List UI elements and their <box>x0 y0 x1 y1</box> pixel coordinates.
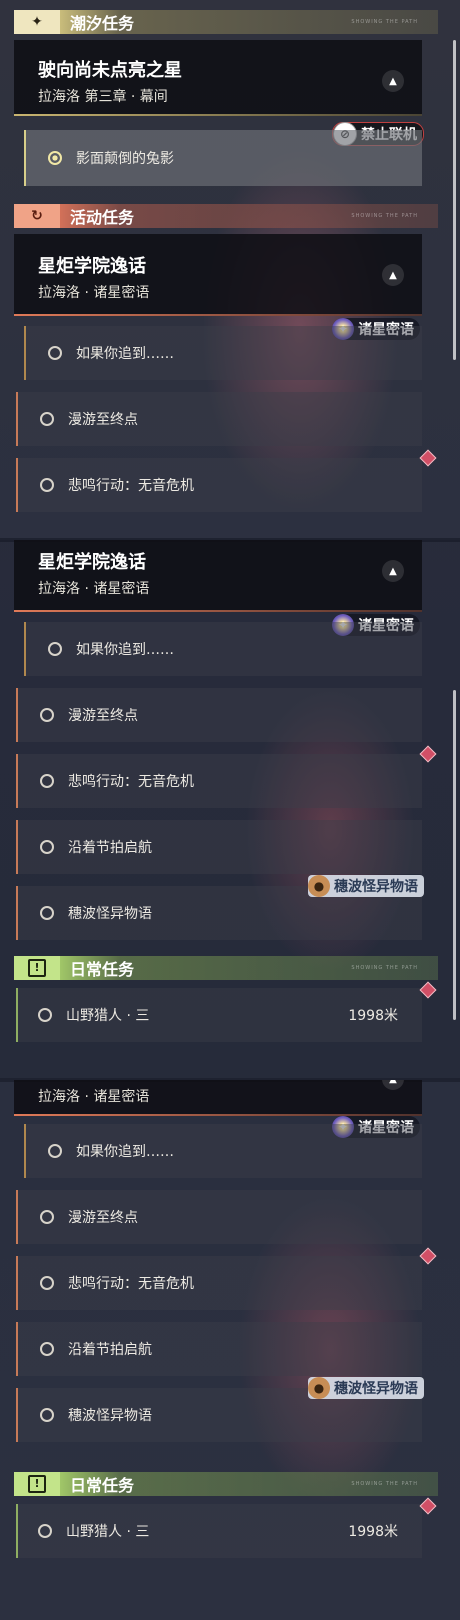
quest-label: 穗波怪异物语 <box>68 1408 152 1424</box>
quest-label: 山野猎人 · 三 <box>66 1524 150 1540</box>
header-accent <box>14 314 422 316</box>
tracking-marker-icon <box>419 981 437 999</box>
quest-item[interactable]: 悲鸣行动：无音危机 <box>16 1256 422 1310</box>
quest-step[interactable]: 如果你追到…… <box>24 326 422 380</box>
quest-subtitle: 拉海洛 · 诸星密语 <box>38 1089 150 1105</box>
radio-icon <box>40 774 54 788</box>
quest-item[interactable]: 沿着节拍启航 <box>16 1322 422 1376</box>
step-label: 影面颠倒的兔影 <box>76 151 174 167</box>
section-tail-text: SHOWING THE PATH <box>351 19 418 25</box>
activity-quest-header[interactable]: 星炬学院逸话 拉海洛 · 诸星密语 ▲ <box>14 540 422 612</box>
quest-subtitle: 拉海洛 第三章 · 幕间 <box>38 89 168 105</box>
section-tail-text: SHOWING THE PATH <box>351 965 418 971</box>
quest-panel-1: ✦ 潮汐任务 SHOWING THE PATH 驶向尚未点亮之星 拉海洛 第三章… <box>0 0 460 540</box>
quest-title: 星炬学院逸话 <box>38 256 146 277</box>
section-activity-quest[interactable]: ↻ 活动任务 SHOWING THE PATH <box>14 204 438 228</box>
section-label: 日常任务 <box>70 960 135 979</box>
quest-label: 悲鸣行动：无音危机 <box>68 774 194 790</box>
quest-step[interactable]: 如果你追到…… <box>24 622 422 676</box>
section-label: 潮汐任务 <box>70 14 135 33</box>
quest-label: 穗波怪异物语 <box>68 906 152 922</box>
section-tail-text: SHOWING THE PATH <box>351 213 418 219</box>
tracking-marker-icon <box>419 745 437 763</box>
quest-label: 山野猎人 · 三 <box>66 1008 150 1024</box>
quest-label: 漫游至终点 <box>68 412 138 428</box>
capybara-icon: ● <box>308 875 330 897</box>
quest-subtitle: 拉海洛 · 诸星密语 <box>38 581 150 597</box>
event-badge: ● 穗波怪异物语 <box>308 875 424 897</box>
scrollbar[interactable] <box>453 690 456 1020</box>
quest-panel-2: 星炬学院逸话 拉海洛 · 诸星密语 ▲ ✦ 诸星密语 如果你追到…… 漫游至终点… <box>0 540 460 1080</box>
radio-icon <box>48 346 62 360</box>
section-daily-quest[interactable]: ! 日常任务 SHOWING THE PATH <box>14 1472 438 1496</box>
scrollbar[interactable] <box>453 40 456 360</box>
radio-icon <box>40 840 54 854</box>
radio-selected-icon <box>48 151 62 165</box>
radio-icon <box>40 1408 54 1422</box>
quest-item[interactable]: 漫游至终点 <box>16 1190 422 1244</box>
alert-box-icon: ! <box>14 1472 60 1496</box>
radio-icon <box>38 1524 52 1538</box>
quest-step-selected[interactable]: 影面颠倒的兔影 <box>24 130 422 186</box>
tracking-marker-icon <box>419 1497 437 1515</box>
section-tide-quest[interactable]: ✦ 潮汐任务 SHOWING THE PATH <box>14 10 438 34</box>
radio-icon <box>40 906 54 920</box>
quest-title: 驶向尚未点亮之星 <box>38 60 182 81</box>
chevron-up-icon[interactable]: ▲ <box>382 1080 404 1090</box>
distance-text: 1998米 <box>348 1008 398 1024</box>
sparkle-icon: ✦ <box>14 10 60 34</box>
tracking-marker-icon <box>419 449 437 467</box>
radio-icon <box>40 478 54 492</box>
quest-label: 漫游至终点 <box>68 1210 138 1226</box>
capybara-icon: ● <box>308 1377 330 1399</box>
tide-quest-header[interactable]: 驶向尚未点亮之星 拉海洛 第三章 · 幕间 ▲ <box>14 40 422 116</box>
header-accent <box>14 114 422 116</box>
quest-title: 星炬学院逸话 <box>38 552 146 573</box>
radio-icon <box>48 1144 62 1158</box>
section-tail-text: SHOWING THE PATH <box>351 1481 418 1487</box>
radio-icon <box>40 412 54 426</box>
tracking-marker-icon <box>419 1247 437 1265</box>
step-label: 如果你追到…… <box>76 642 174 658</box>
radio-icon <box>48 642 62 656</box>
quest-item[interactable]: 沿着节拍启航 <box>16 820 422 874</box>
header-accent <box>14 610 422 612</box>
quest-label: 悲鸣行动：无音危机 <box>68 478 194 494</box>
quest-item[interactable]: 漫游至终点 <box>16 392 422 446</box>
activity-quest-header[interactable]: 星炬学院逸话 拉海洛 · 诸星密语 ▲ <box>14 234 422 316</box>
daily-quest-item[interactable]: 山野猎人 · 三 1998米 <box>16 988 422 1042</box>
chevron-up-icon[interactable]: ▲ <box>382 560 404 582</box>
section-label: 活动任务 <box>70 208 135 227</box>
step-label: 如果你追到…… <box>76 346 174 362</box>
chevron-up-icon[interactable]: ▲ <box>382 70 404 92</box>
radio-icon <box>40 1276 54 1290</box>
quest-item[interactable]: 漫游至终点 <box>16 688 422 742</box>
event-badge: ● 穗波怪异物语 <box>308 1377 424 1399</box>
radio-icon <box>40 1210 54 1224</box>
section-daily-quest[interactable]: ! 日常任务 SHOWING THE PATH <box>14 956 438 980</box>
refresh-icon: ↻ <box>14 204 60 228</box>
activity-quest-header[interactable]: 拉海洛 · 诸星密语 ▲ <box>14 1080 422 1116</box>
quest-label: 沿着节拍启航 <box>68 840 152 856</box>
quest-item[interactable]: 悲鸣行动：无音危机 <box>16 458 422 512</box>
radio-icon <box>38 1008 52 1022</box>
section-label: 日常任务 <box>70 1476 135 1495</box>
distance-text: 1998米 <box>348 1524 398 1540</box>
radio-icon <box>40 708 54 722</box>
radio-icon <box>40 1342 54 1356</box>
badge-label: 穗波怪异物语 <box>334 879 418 895</box>
alert-box-icon: ! <box>14 956 60 980</box>
quest-item[interactable]: 悲鸣行动：无音危机 <box>16 754 422 808</box>
quest-subtitle: 拉海洛 · 诸星密语 <box>38 285 150 301</box>
badge-label: 穗波怪异物语 <box>334 1381 418 1397</box>
quest-panel-3: 拉海洛 · 诸星密语 ▲ ✦ 诸星密语 如果你追到…… 漫游至终点 悲鸣行动：无… <box>0 1080 460 1620</box>
daily-quest-item[interactable]: 山野猎人 · 三 1998米 <box>16 1504 422 1558</box>
step-label: 如果你追到…… <box>76 1144 174 1160</box>
chevron-up-icon[interactable]: ▲ <box>382 264 404 286</box>
quest-label: 沿着节拍启航 <box>68 1342 152 1358</box>
quest-label: 漫游至终点 <box>68 708 138 724</box>
quest-label: 悲鸣行动：无音危机 <box>68 1276 194 1292</box>
quest-step[interactable]: 如果你追到…… <box>24 1124 422 1178</box>
